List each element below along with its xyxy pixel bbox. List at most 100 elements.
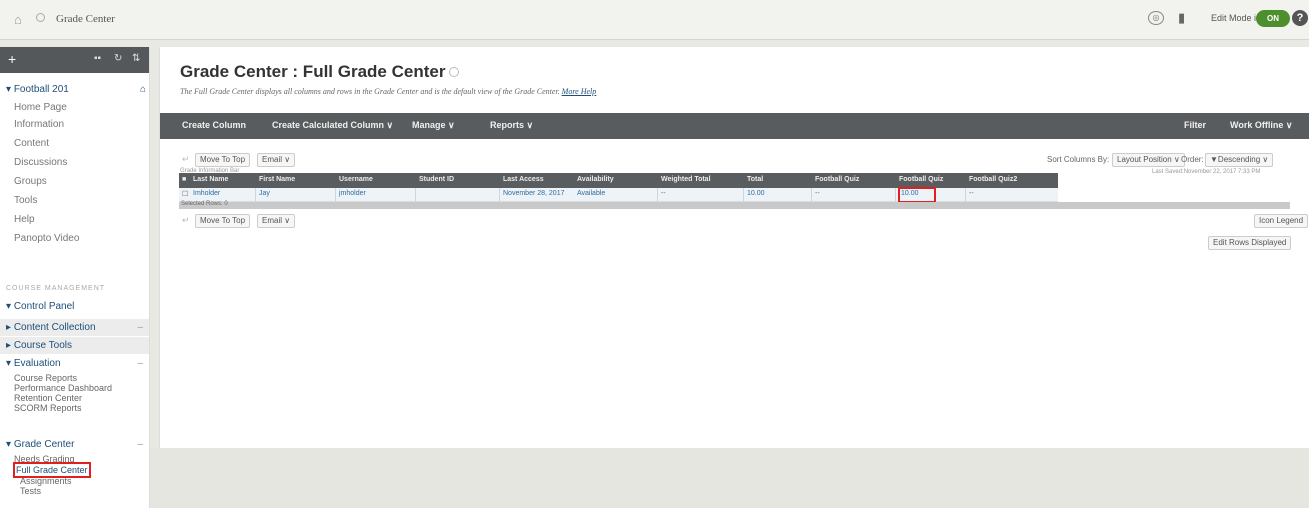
selected-rows-bar: Selected Rows: 0 <box>179 201 1290 209</box>
column-header[interactable]: Weighted Total <box>661 176 711 183</box>
sort-columns-select[interactable]: Layout Position ∨ <box>1112 153 1185 167</box>
sidebar-item-content[interactable]: Content <box>14 138 49 149</box>
sidebar-subitem-retention-center[interactable]: Retention Center <box>14 393 82 403</box>
collapse-icon[interactable]: – <box>137 358 143 369</box>
course-management-heading: COURSE MANAGEMENT <box>6 285 106 292</box>
sort-icon[interactable]: ⇅ <box>132 53 140 64</box>
row-checkbox[interactable]: ☐ <box>182 190 188 198</box>
sidebar-subitem-course-reports[interactable]: Course Reports <box>14 373 77 383</box>
email-menu[interactable]: Email ∨ <box>257 153 296 167</box>
cell-divider <box>743 188 744 202</box>
cell-first-name[interactable]: Jay <box>259 190 270 197</box>
grid-header-row: ■ Last Name First Name Username Student … <box>179 173 1058 188</box>
content-panel: Grade Center : Full Grade Center The Ful… <box>159 47 1309 448</box>
sidebar-subitem-needs-grading[interactable]: Needs Grading <box>14 454 75 464</box>
cell-divider <box>965 188 966 202</box>
cell-football-quiz2[interactable]: -- <box>969 190 974 197</box>
email-menu-bottom[interactable]: Email ∨ <box>257 214 296 228</box>
move-arrow-icon: ↵ <box>182 215 190 225</box>
sidebar-item-grade-center[interactable]: ▾ Grade Center – <box>6 439 149 450</box>
sidebar-subitem-tests[interactable]: Tests <box>20 486 41 496</box>
cell-last-access[interactable]: November 28, 2017 <box>503 190 564 197</box>
home-icon[interactable]: ⌂ <box>14 12 22 27</box>
add-menu-item-icon[interactable]: + <box>8 51 16 67</box>
top-bar: ⌂ Grade Center ◎ ▮ Edit Mode is ON ? <box>0 0 1309 40</box>
cell-divider <box>335 188 336 202</box>
sidebar-item-course-tools[interactable]: ▸ Course Tools <box>0 337 149 354</box>
cell-divider <box>255 188 256 202</box>
cell-last-name[interactable]: Imholder <box>193 190 220 197</box>
move-to-top-button[interactable]: Move To Top <box>195 153 251 167</box>
sidebar-item-discussions[interactable]: Discussions <box>14 157 67 168</box>
accessibility-icon[interactable]: ◎ <box>1148 11 1164 25</box>
collapse-icon[interactable]: – <box>137 439 143 450</box>
sidebar-subitem-full-grade-center[interactable]: Full Grade Center <box>13 462 91 478</box>
create-column-button[interactable]: Create Column <box>182 120 246 130</box>
column-header[interactable]: Football Quiz <box>899 176 943 183</box>
course-menu: + ▪▪ ↻ ⇅ ▾ Football 201 ⌂ Home Page Infor… <box>0 47 150 508</box>
expand-icon[interactable]: – <box>137 319 143 336</box>
create-calculated-column-menu[interactable]: Create Calculated Column ∨ <box>272 120 393 131</box>
column-header[interactable]: Availability <box>577 176 614 183</box>
breadcrumb-separator-icon <box>36 13 45 22</box>
cell-divider <box>415 188 416 202</box>
cell-divider <box>657 188 658 202</box>
course-home-icon[interactable]: ⌂ <box>140 84 146 95</box>
sidebar-subitem-scorm-reports[interactable]: SCORM Reports <box>14 403 82 413</box>
last-saved-text: Last Saved:November 22, 2017 7:33 PM <box>1152 169 1261 175</box>
course-menu-header: + ▪▪ ↻ ⇅ <box>0 47 149 73</box>
column-header[interactable]: Username <box>339 176 373 183</box>
control-panel-heading[interactable]: ▾ Control Panel <box>6 301 74 312</box>
sidebar-item-information[interactable]: Information <box>14 119 64 130</box>
sidebar-item-help[interactable]: Help <box>14 214 35 225</box>
sidebar-subitem-assignments[interactable]: Assignments <box>20 476 72 486</box>
column-header[interactable]: Total <box>747 176 763 183</box>
icon-legend-button[interactable]: Icon Legend <box>1254 214 1309 228</box>
edit-mode-label: Edit Mode is <box>1211 13 1261 23</box>
move-arrow-icon: ↵ <box>182 154 190 164</box>
breadcrumb[interactable]: Grade Center <box>56 13 115 25</box>
sidebar-item-tools[interactable]: Tools <box>14 195 37 206</box>
sidebar-item-groups[interactable]: Groups <box>14 176 47 187</box>
column-header[interactable]: Last Name <box>193 176 228 183</box>
cell-football-quiz[interactable]: -- <box>815 190 820 197</box>
page-description: The Full Grade Center displays all colum… <box>180 87 597 96</box>
edit-rows-displayed-button[interactable]: Edit Rows Displayed <box>1208 236 1292 250</box>
refresh-icon[interactable]: ↻ <box>114 53 122 64</box>
column-header[interactable]: Student ID <box>419 176 454 183</box>
column-header[interactable]: First Name <box>259 176 295 183</box>
more-help-link[interactable]: More Help <box>562 87 597 96</box>
column-header[interactable]: Football Quiz <box>815 176 859 183</box>
column-header[interactable]: Last Access <box>503 176 544 183</box>
sidebar-item-evaluation[interactable]: ▾ Evaluation – <box>6 358 149 369</box>
sidebar-item-content-collection[interactable]: ▸ Content Collection – <box>0 319 149 336</box>
sidebar-subitem-performance-dashboard[interactable]: Performance Dashboard <box>14 383 112 393</box>
manage-menu[interactable]: Manage ∨ <box>412 120 455 131</box>
reports-menu[interactable]: Reports ∨ <box>490 120 533 131</box>
cell-divider <box>811 188 812 202</box>
sort-columns-label: Sort Columns By: <box>1047 155 1110 164</box>
sidebar-item-panopto-video[interactable]: Panopto Video <box>14 233 79 244</box>
cell-weighted-total[interactable]: -- <box>661 190 666 197</box>
order-select[interactable]: ▼Descending ∨ <box>1205 153 1274 167</box>
filter-button[interactable]: Filter <box>1184 120 1206 130</box>
sidebar-item-home-page[interactable]: Home Page <box>14 102 67 113</box>
cell-availability[interactable]: Available <box>577 190 605 197</box>
cell-divider <box>499 188 500 202</box>
course-title[interactable]: ▾ Football 201 ⌂ <box>6 84 146 95</box>
cell-divider <box>895 188 896 202</box>
edit-mode-toggle[interactable]: ON <box>1256 10 1290 27</box>
highlight-box <box>898 187 936 203</box>
background-area <box>150 448 1309 508</box>
help-icon[interactable]: ? <box>1292 10 1308 26</box>
work-offline-menu[interactable]: Work Offline ∨ <box>1230 120 1292 131</box>
action-bar: Create Column Create Calculated Column ∨… <box>160 113 1309 139</box>
column-header[interactable]: Football Quiz2 <box>969 176 1017 183</box>
cell-total[interactable]: 10.00 <box>747 190 765 197</box>
cell-username[interactable]: jmholder <box>339 190 366 197</box>
folder-view-icon[interactable]: ▪▪ <box>94 53 101 64</box>
select-all-checkbox[interactable]: ■ <box>182 176 186 183</box>
notebook-icon[interactable]: ▮ <box>1178 10 1185 26</box>
move-to-top-button-bottom[interactable]: Move To Top <box>195 214 251 228</box>
info-icon[interactable] <box>449 67 460 77</box>
